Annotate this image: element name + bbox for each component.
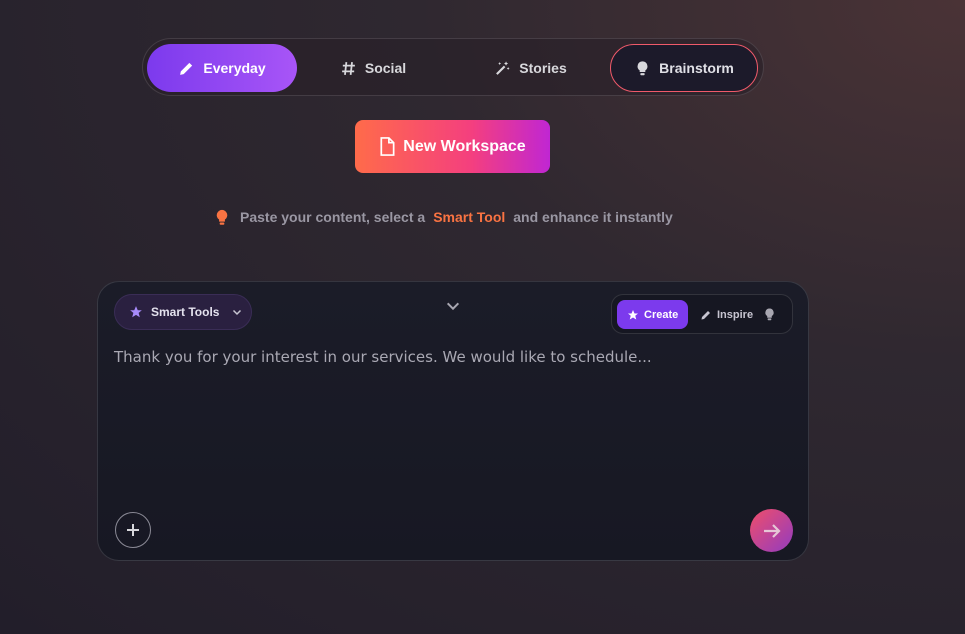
- mode-label: Inspire: [717, 308, 754, 321]
- smart-tools-label: Smart Tools: [151, 305, 220, 319]
- mode-switcher: Create Inspire: [611, 294, 793, 334]
- lightbulb-icon: [216, 209, 228, 225]
- mode-create[interactable]: Create: [617, 300, 689, 329]
- tab-label: Everyday: [203, 60, 266, 76]
- tab-everyday[interactable]: Everyday: [147, 44, 297, 92]
- hint-smart-tool: Smart Tool: [433, 209, 506, 225]
- mode-inspire[interactable]: Inspire: [690, 300, 763, 329]
- hint-text: Paste your content, select a Smart Tool …: [215, 208, 673, 226]
- smart-tools-dropdown[interactable]: Smart Tools: [114, 294, 252, 330]
- add-button[interactable]: [115, 512, 151, 548]
- editor-panel: Smart Tools Create Inspire Thank you for…: [97, 281, 809, 561]
- tab-label: Social: [364, 60, 407, 76]
- tab-social[interactable]: Social: [308, 44, 438, 92]
- pencil-icon: [180, 62, 193, 75]
- plus-icon: [127, 524, 139, 536]
- content-textarea[interactable]: Thank you for your interest in our servi…: [114, 348, 794, 366]
- tab-label: Stories: [519, 60, 567, 76]
- hint-before: Paste your content, select a: [240, 209, 426, 225]
- document-icon: [380, 137, 395, 156]
- mode-label: Create: [644, 308, 679, 321]
- collapse-toggle[interactable]: [442, 298, 464, 314]
- send-button[interactable]: [750, 509, 793, 552]
- star-icon: [628, 309, 638, 319]
- pencil-icon: [701, 310, 710, 319]
- tab-stories[interactable]: Stories: [463, 44, 598, 92]
- lightbulb-icon: [765, 308, 774, 321]
- arrow-right-icon: [763, 523, 781, 538]
- hint-after: and enhance it instantly: [513, 209, 673, 225]
- magic-wand-icon: [496, 60, 510, 75]
- chevron-down-icon: [446, 302, 460, 311]
- tab-brainstorm[interactable]: Brainstorm: [610, 44, 758, 92]
- mode-brainstorm[interactable]: [758, 300, 781, 329]
- new-workspace-button[interactable]: New Workspace: [355, 120, 550, 173]
- tab-label: Brainstorm: [659, 60, 734, 76]
- new-workspace-label: New Workspace: [403, 137, 526, 155]
- hash-icon: [342, 61, 355, 75]
- lightbulb-icon: [637, 60, 648, 75]
- category-tabs: Everyday Social Stories Brainstorm: [142, 38, 764, 96]
- star-icon: [130, 306, 142, 318]
- chevron-down-icon: [233, 309, 242, 316]
